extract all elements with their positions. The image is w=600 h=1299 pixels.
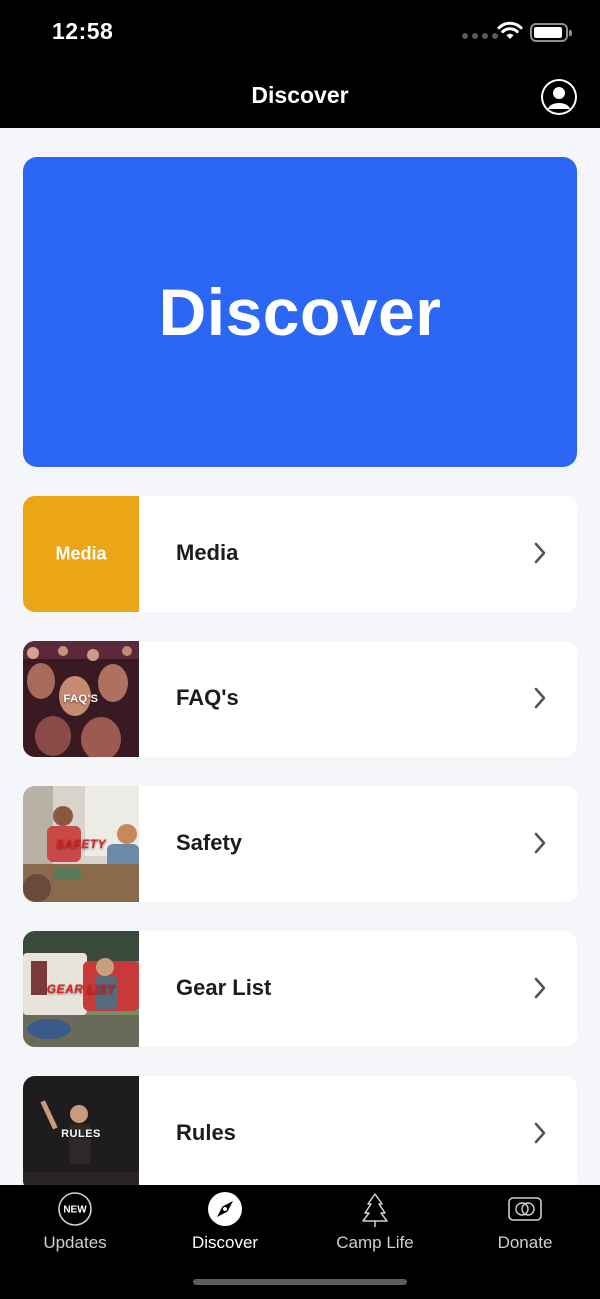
gear-list-thumbnail: GEAR LIST bbox=[23, 931, 139, 1047]
page-title: Discover bbox=[251, 82, 349, 108]
wifi-icon bbox=[497, 21, 523, 39]
new-badge-text: NEW bbox=[63, 1205, 87, 1216]
profile-button[interactable] bbox=[541, 79, 577, 115]
chevron-right-icon bbox=[534, 1122, 546, 1144]
list-item-faqs[interactable]: FAQ'S FAQ's bbox=[23, 641, 577, 757]
row-label: FAQ's bbox=[176, 685, 239, 710]
chevron-right-icon bbox=[534, 832, 546, 854]
navigation-bar: Discover bbox=[0, 62, 600, 128]
list-item-safety[interactable]: SAFETY Safety bbox=[23, 786, 577, 902]
chevron-right-icon bbox=[534, 687, 546, 709]
compass-icon bbox=[208, 1192, 242, 1226]
home-indicator bbox=[193, 1279, 407, 1285]
tab-donate[interactable]: Donate bbox=[450, 1185, 600, 1265]
tree-icon bbox=[362, 1193, 388, 1227]
discover-hero-banner: Discover bbox=[23, 157, 577, 467]
new-badge-icon: NEW bbox=[58, 1192, 92, 1226]
media-thumbnail: Media bbox=[23, 496, 139, 612]
tab-camp-life[interactable]: Camp Life bbox=[300, 1185, 450, 1265]
tab-label: Donate bbox=[497, 1233, 553, 1252]
tab-discover[interactable]: Discover bbox=[150, 1185, 300, 1265]
card-icon bbox=[508, 1197, 542, 1221]
rules-thumbnail: RULES bbox=[23, 1076, 139, 1192]
thumbnail-label: GEAR LIST bbox=[46, 982, 116, 996]
tab-label: Updates bbox=[43, 1233, 107, 1252]
thumbnail-label: SAFETY bbox=[55, 837, 107, 851]
thumbnail-label: FAQ'S bbox=[63, 693, 99, 705]
battery-icon bbox=[530, 23, 572, 42]
list-item-gear-list[interactable]: GEAR LIST Gear List bbox=[23, 931, 577, 1047]
cellular-signal-icon bbox=[462, 33, 498, 39]
tab-label: Camp Life bbox=[336, 1233, 414, 1252]
row-label: Rules bbox=[176, 1120, 236, 1145]
hero-title: Discover bbox=[158, 275, 442, 349]
faqs-thumbnail: FAQ'S bbox=[23, 641, 139, 757]
thumbnail-label: Media bbox=[55, 543, 107, 564]
row-label: Media bbox=[176, 540, 239, 565]
row-label: Gear List bbox=[176, 975, 272, 1000]
list-item-rules[interactable]: RULES Rules bbox=[23, 1076, 577, 1192]
safety-thumbnail: SAFETY bbox=[23, 786, 139, 902]
thumbnail-label: RULES bbox=[61, 1128, 101, 1140]
status-time: 12:58 bbox=[52, 18, 114, 44]
tab-updates[interactable]: NEW Updates bbox=[0, 1185, 150, 1265]
list-item-media[interactable]: Media Media bbox=[23, 496, 577, 612]
chevron-right-icon bbox=[534, 542, 546, 564]
user-icon bbox=[543, 81, 575, 113]
row-label: Safety bbox=[176, 830, 243, 855]
chevron-right-icon bbox=[534, 977, 546, 999]
tab-label: Discover bbox=[191, 1233, 259, 1252]
status-bar: 12:58 bbox=[0, 0, 600, 62]
